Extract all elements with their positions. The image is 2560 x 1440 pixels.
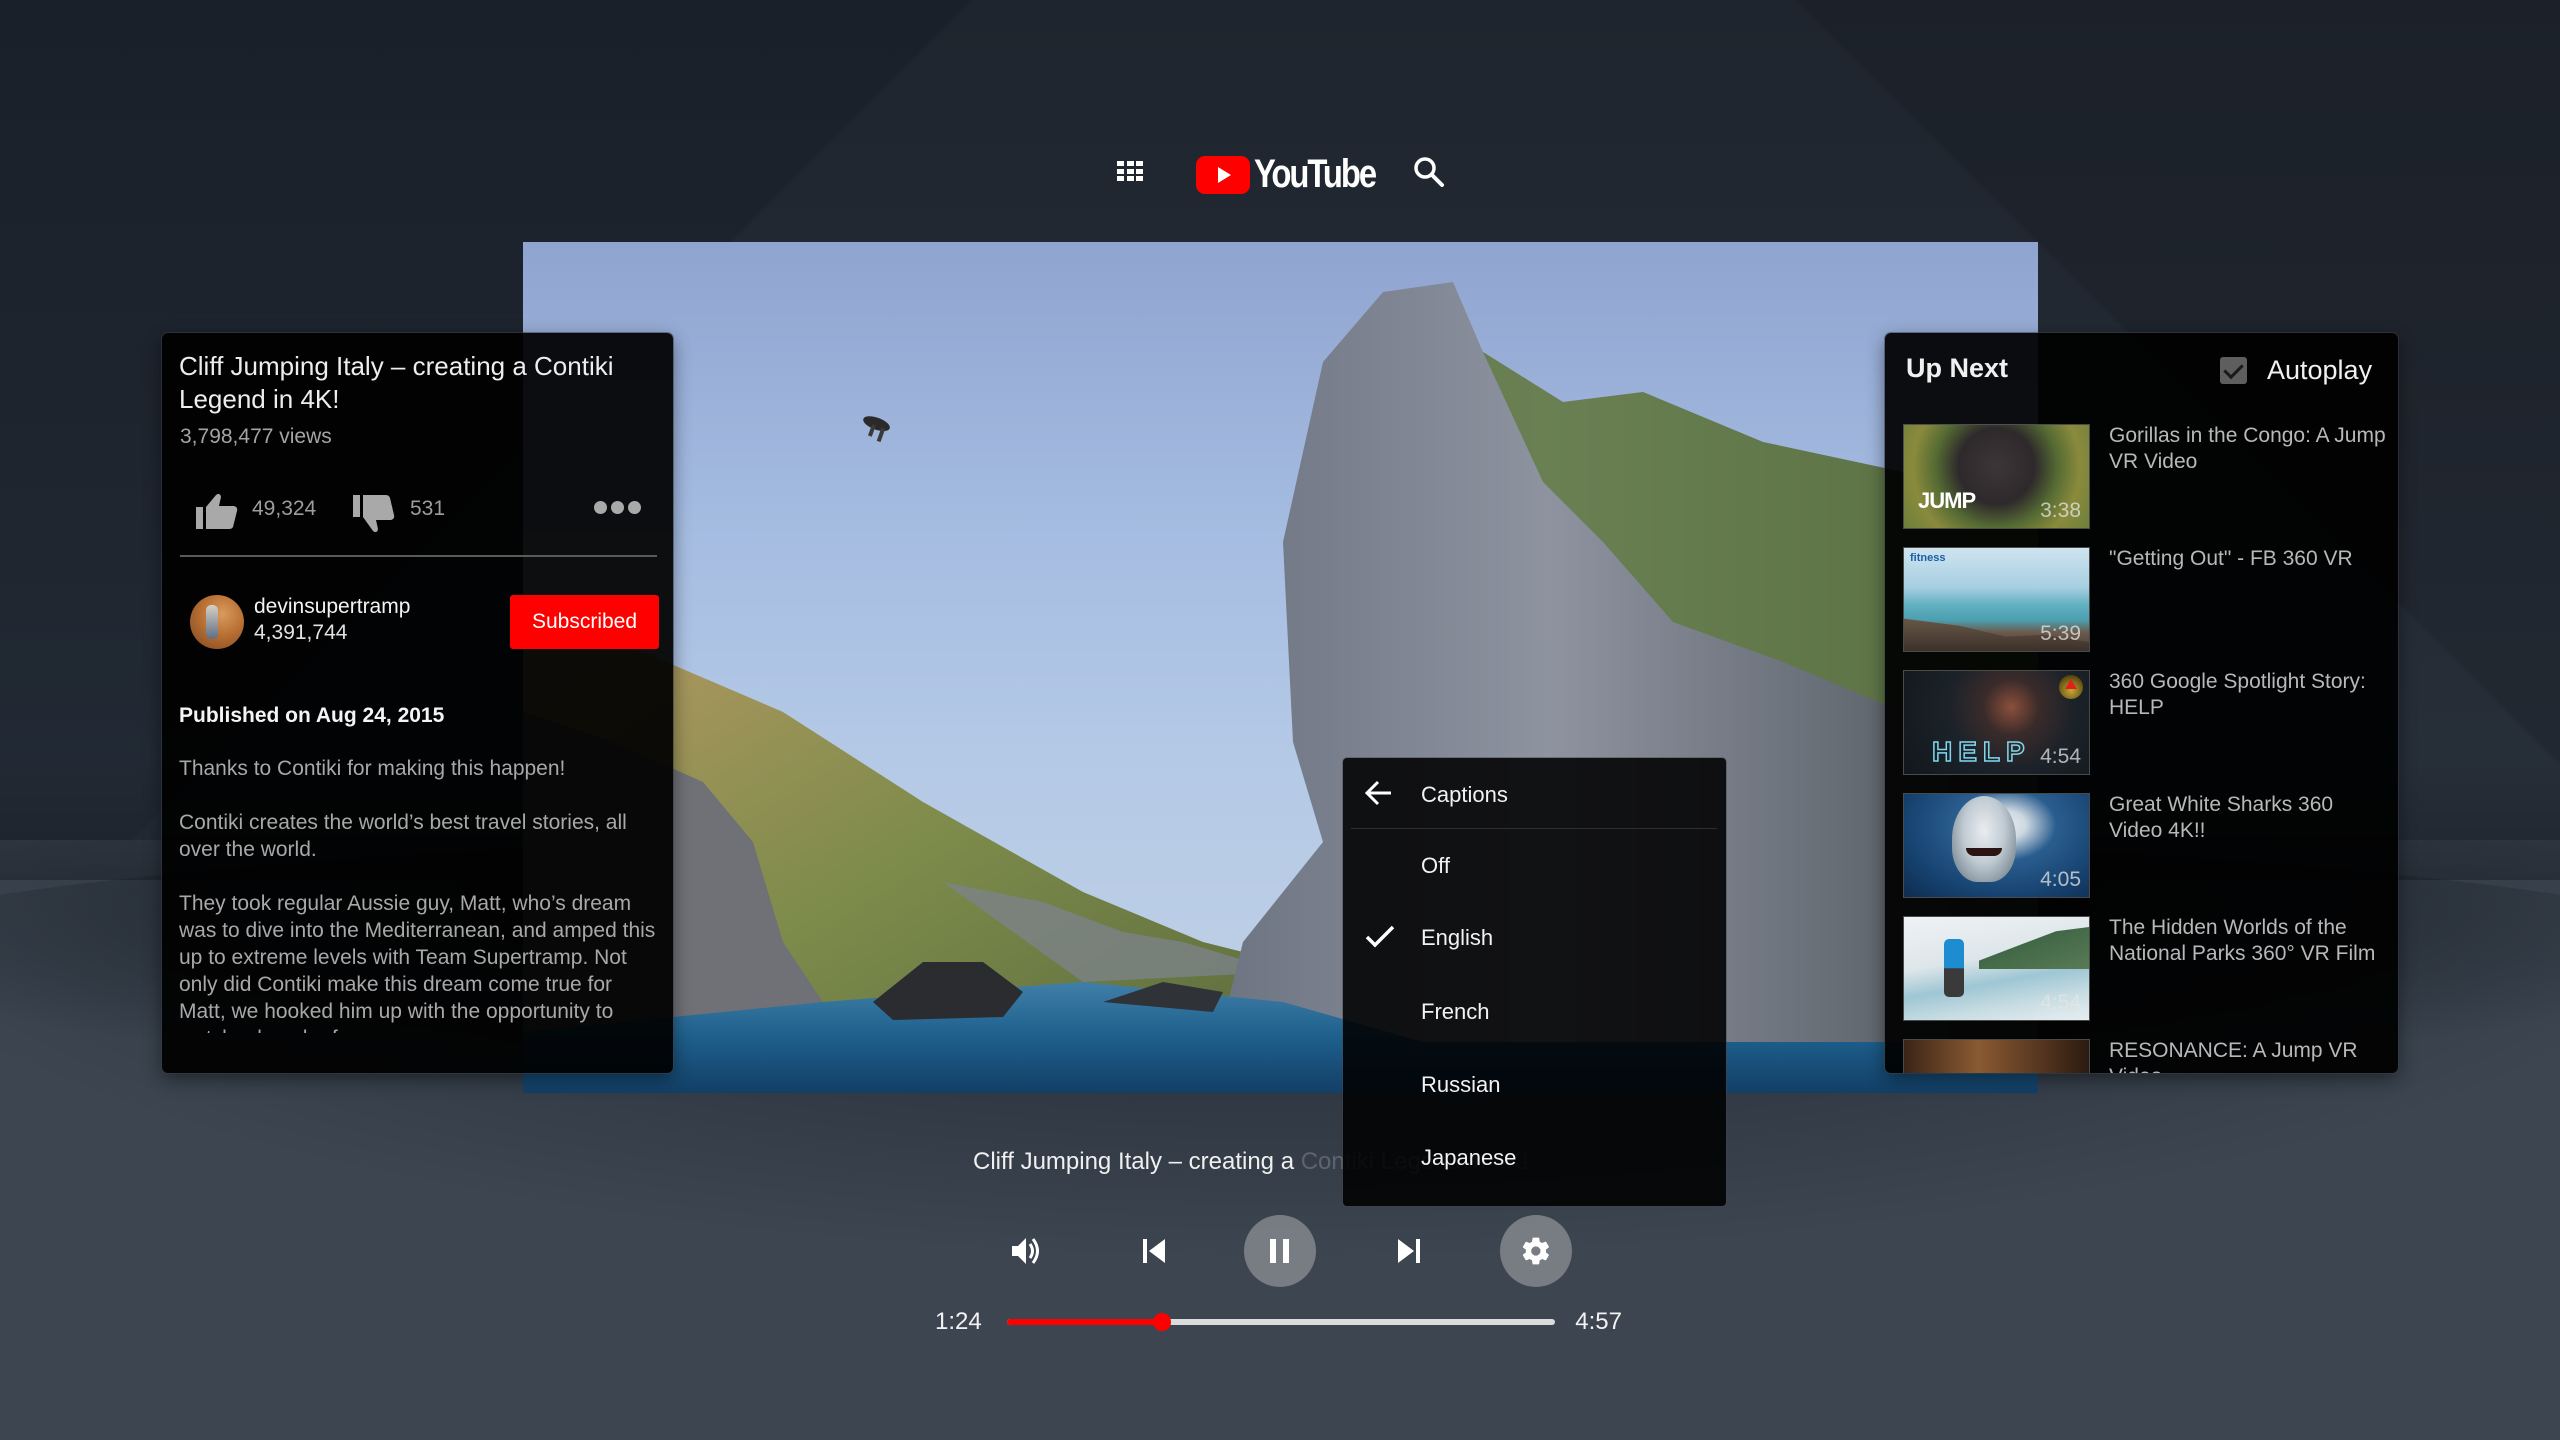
divider xyxy=(180,555,657,557)
pause-icon xyxy=(1270,1239,1289,1263)
progress-bar: 1:24 4:57 xyxy=(935,1305,1625,1339)
captions-back-button[interactable]: Captions xyxy=(1343,758,1726,828)
up-next-video-title[interactable]: RESONANCE: A Jump VR Video xyxy=(2109,1038,2389,1073)
channel-row: devinsupertramp 4,391,744 Subscribed xyxy=(180,583,660,653)
subscribe-button[interactable]: Subscribed xyxy=(510,595,659,649)
thumbnail-scene xyxy=(1979,927,2089,969)
cliff-jumper xyxy=(863,416,890,443)
divider xyxy=(1351,828,1717,829)
caption-option-label: English xyxy=(1421,925,1494,950)
video-thumbnail[interactable]: 4:54 xyxy=(1904,917,2089,1020)
video-thumbnail[interactable]: fitness 5:39 xyxy=(1904,548,2089,651)
skip-previous-icon xyxy=(1143,1239,1165,1263)
caption-option-japanese[interactable]: Japanese xyxy=(1343,1122,1726,1194)
up-next-panel: Up Next Autoplay JUMP 3:38 Gorillas in t… xyxy=(1885,333,2398,1073)
volume-icon xyxy=(1012,1238,1039,1264)
up-next-video-title[interactable]: The Hidden Worlds of the National Parks … xyxy=(2109,915,2389,967)
video-duration: 5:39 xyxy=(2040,622,2081,645)
autoplay-label: Autoplay xyxy=(2267,355,2373,385)
caption-option-russian[interactable]: Russian xyxy=(1343,1049,1726,1121)
up-next-list: JUMP 3:38 Gorillas in the Congo: A Jump … xyxy=(1904,423,2394,1073)
published-date: Published on Aug 24, 2015 xyxy=(179,704,445,727)
video-duration: 4:54 xyxy=(2040,991,2081,1014)
now-playing-title-visible: Cliff Jumping Italy – creating a xyxy=(973,1148,1301,1175)
video-duration: 4:54 xyxy=(2040,745,2081,768)
description-paragraph: Thanks to Contiki for making this happen… xyxy=(179,757,566,780)
up-next-item[interactable]: 4:05 Great White Sharks 360 Video 4K!! xyxy=(1904,792,2394,915)
up-next-video-title[interactable]: 360 Google Spotlight Story: HELP xyxy=(2109,669,2389,721)
seek-bar-played xyxy=(1007,1319,1163,1325)
caption-option-french[interactable]: French xyxy=(1343,976,1726,1048)
playback-controls xyxy=(990,1215,1590,1287)
video-frame xyxy=(523,282,2038,1093)
caption-option-label: Russian xyxy=(1421,1072,1501,1097)
subscriber-count: 4,391,744 xyxy=(254,621,348,644)
video-player[interactable] xyxy=(523,242,2038,1093)
video-title: Cliff Jumping Italy – creating a Contiki… xyxy=(179,351,614,414)
thumbnail-badge: HELP xyxy=(1931,735,2031,768)
description-paragraph: They took regular Aussie guy, Matt, who’… xyxy=(179,892,656,1033)
settings-button[interactable] xyxy=(1500,1215,1572,1287)
up-next-item[interactable]: RESONANCE: A Jump VR Video xyxy=(1904,1038,2394,1073)
seek-bar[interactable] xyxy=(1007,1313,1555,1331)
volume-button[interactable] xyxy=(990,1215,1062,1287)
view-count: 3,798,477 views xyxy=(180,425,332,448)
search-icon[interactable] xyxy=(1412,155,1446,189)
like-count: 49,324 xyxy=(252,497,317,520)
up-next-video-title[interactable]: Gorillas in the Congo: A Jump VR Video xyxy=(2109,423,2389,475)
video-description[interactable]: Thanks to Contiki for making this happen… xyxy=(179,755,659,1033)
more-options-icon[interactable] xyxy=(594,501,644,515)
check-icon xyxy=(1365,925,1395,948)
thumbs-down-icon[interactable] xyxy=(353,495,395,533)
total-time: 4:57 xyxy=(1575,1308,1622,1335)
up-next-video-title[interactable]: "Getting Out" - FB 360 VR xyxy=(2109,546,2389,572)
caption-option-english[interactable]: English xyxy=(1343,902,1726,974)
video-thumbnail[interactable]: JUMP 3:38 xyxy=(1904,425,2089,528)
thumbnail-badge: JUMP xyxy=(1918,488,1976,513)
autoplay-toggle[interactable]: Autoplay xyxy=(2220,355,2372,386)
up-next-item[interactable]: HELP 4:54 360 Google Spotlight Story: HE… xyxy=(1904,669,2394,792)
caption-option-label: French xyxy=(1421,999,1490,1024)
up-next-item[interactable]: 4:54 The Hidden Worlds of the National P… xyxy=(1904,915,2394,1038)
seek-handle[interactable] xyxy=(1153,1313,1172,1331)
settings-gear-icon xyxy=(1522,1237,1549,1265)
captions-menu: Captions Off English French Russian Japa… xyxy=(1343,758,1726,1206)
caption-option-label: Japanese xyxy=(1421,1145,1517,1170)
thumbs-up-icon[interactable] xyxy=(196,493,238,529)
channel-name[interactable]: devinsupertramp xyxy=(254,595,410,619)
description-paragraph: Contiki creates the world’s best travel … xyxy=(179,811,627,861)
video-thumbnail[interactable]: HELP 4:54 xyxy=(1904,671,2089,774)
thumbnail-scene xyxy=(1944,939,1964,997)
video-actions: 49,324 531 xyxy=(180,483,656,533)
video-duration: 4:05 xyxy=(2040,868,2081,891)
video-thumbnail[interactable] xyxy=(1904,1040,2089,1073)
up-next-item[interactable]: JUMP 3:38 Gorillas in the Congo: A Jump … xyxy=(1904,423,2394,546)
current-time: 1:24 xyxy=(935,1308,982,1335)
up-next-title: Up Next xyxy=(1906,353,2009,383)
dislike-count: 531 xyxy=(410,497,446,520)
video-thumbnail[interactable]: 4:05 xyxy=(1904,794,2089,897)
thumbnail-badge: fitness xyxy=(1910,552,1946,564)
video-duration: 3:38 xyxy=(2040,499,2081,522)
skip-next-icon xyxy=(1398,1239,1420,1263)
caption-option-off[interactable]: Off xyxy=(1343,830,1726,902)
spotlight-logo-icon xyxy=(2059,675,2083,699)
youtube-wordmark: YouTube xyxy=(1254,152,1377,196)
captions-title: Captions xyxy=(1421,782,1508,807)
autoplay-checkbox[interactable] xyxy=(2220,357,2247,384)
top-nav: YouTube xyxy=(1110,145,1460,197)
youtube-logo[interactable]: YouTube xyxy=(1196,152,1402,197)
thumbnail-scene xyxy=(1952,796,2016,882)
pause-button[interactable] xyxy=(1244,1215,1316,1287)
up-next-video-title[interactable]: Great White Sharks 360 Video 4K!! xyxy=(2109,792,2389,844)
arrow-back-icon xyxy=(1365,780,1391,806)
previous-button[interactable] xyxy=(1118,1215,1190,1287)
channel-avatar[interactable] xyxy=(190,595,244,649)
youtube-play-badge-icon xyxy=(1196,155,1250,194)
next-button[interactable] xyxy=(1373,1215,1445,1287)
up-next-item[interactable]: fitness 5:39 "Getting Out" - FB 360 VR xyxy=(1904,546,2394,669)
video-info-panel: Cliff Jumping Italy – creating a Contiki… xyxy=(162,333,673,1073)
apps-grid-icon[interactable] xyxy=(1117,161,1143,181)
caption-option-label: Off xyxy=(1421,853,1450,878)
